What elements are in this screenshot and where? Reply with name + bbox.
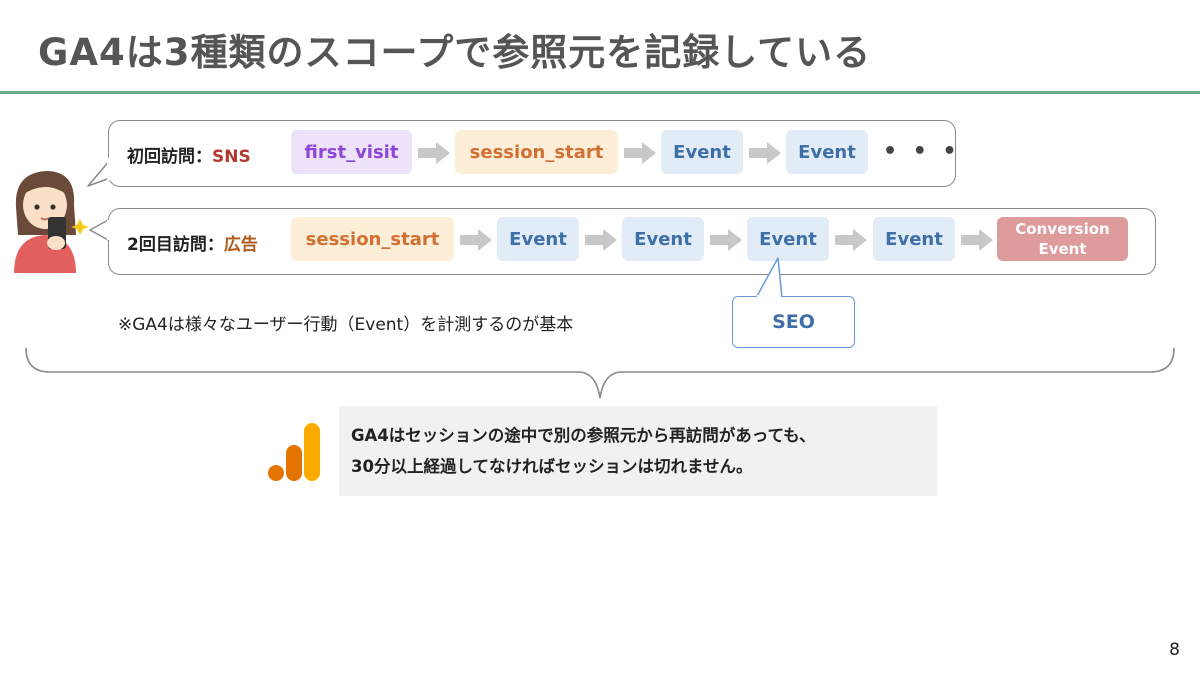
- chip-event: Event: [497, 217, 579, 261]
- speech-bubble-tail-row1-cover: [107, 158, 111, 180]
- chip-session-start: session_start: [291, 217, 454, 261]
- callout-pointer-cover: [757, 295, 781, 299]
- right-arrow-icon: [749, 142, 781, 164]
- first-visit-source: SNS: [212, 147, 251, 167]
- second-visit-source: 広告: [223, 235, 258, 255]
- title-divider: [0, 91, 1200, 94]
- right-arrow-icon: [460, 229, 492, 251]
- speech-bubble-tail-row2-cover: [107, 220, 111, 240]
- more-events-ellipsis: • • •: [883, 139, 961, 164]
- right-arrow-icon: [710, 229, 742, 251]
- chip-event: Event: [786, 130, 868, 174]
- footnote: ※GA4は様々なユーザー行動（Event）を計測するのが基本: [118, 315, 574, 335]
- chip-conversion-event: Conversion Event: [997, 217, 1128, 261]
- right-arrow-icon: [418, 142, 450, 164]
- chip-event: Event: [873, 217, 955, 261]
- right-arrow-icon: [585, 229, 617, 251]
- callout-pointer: [755, 257, 783, 299]
- google-analytics-logo: [268, 423, 320, 481]
- chip-event: Event: [622, 217, 704, 261]
- chip-event-seo: Event: [747, 217, 829, 261]
- summary-line2: 30分以上経過してなければセッションは切れません。: [351, 457, 753, 476]
- conversion-line1: Conversion: [1015, 220, 1110, 238]
- second-visit-label-text: 2回目訪問：: [127, 235, 224, 255]
- page-number: 8: [1169, 640, 1180, 660]
- chip-session-start: session_start: [455, 130, 618, 174]
- first-visit-label: 初回訪問：SNS: [127, 142, 251, 167]
- chip-first-visit: first_visit: [291, 130, 412, 174]
- curly-brace: [25, 347, 1175, 399]
- slide-title: GA4は3種類のスコープで参照元を記録している: [38, 31, 872, 74]
- conversion-line2: Event: [1038, 240, 1087, 258]
- right-arrow-icon: [835, 229, 867, 251]
- second-visit-label: 2回目訪問：広告: [127, 230, 258, 255]
- first-visit-label-text: 初回訪問：: [127, 147, 212, 167]
- chip-event: Event: [661, 130, 743, 174]
- right-arrow-icon: [624, 142, 656, 164]
- seo-callout: SEO: [732, 296, 855, 348]
- summary-box: GA4はセッションの途中で別の参照元から再訪問があっても、 30分以上経過してな…: [339, 406, 937, 496]
- person-with-smartphone-illustration: [14, 171, 89, 273]
- summary-line1: GA4はセッションの途中で別の参照元から再訪問があっても、: [351, 426, 816, 445]
- right-arrow-icon: [961, 229, 993, 251]
